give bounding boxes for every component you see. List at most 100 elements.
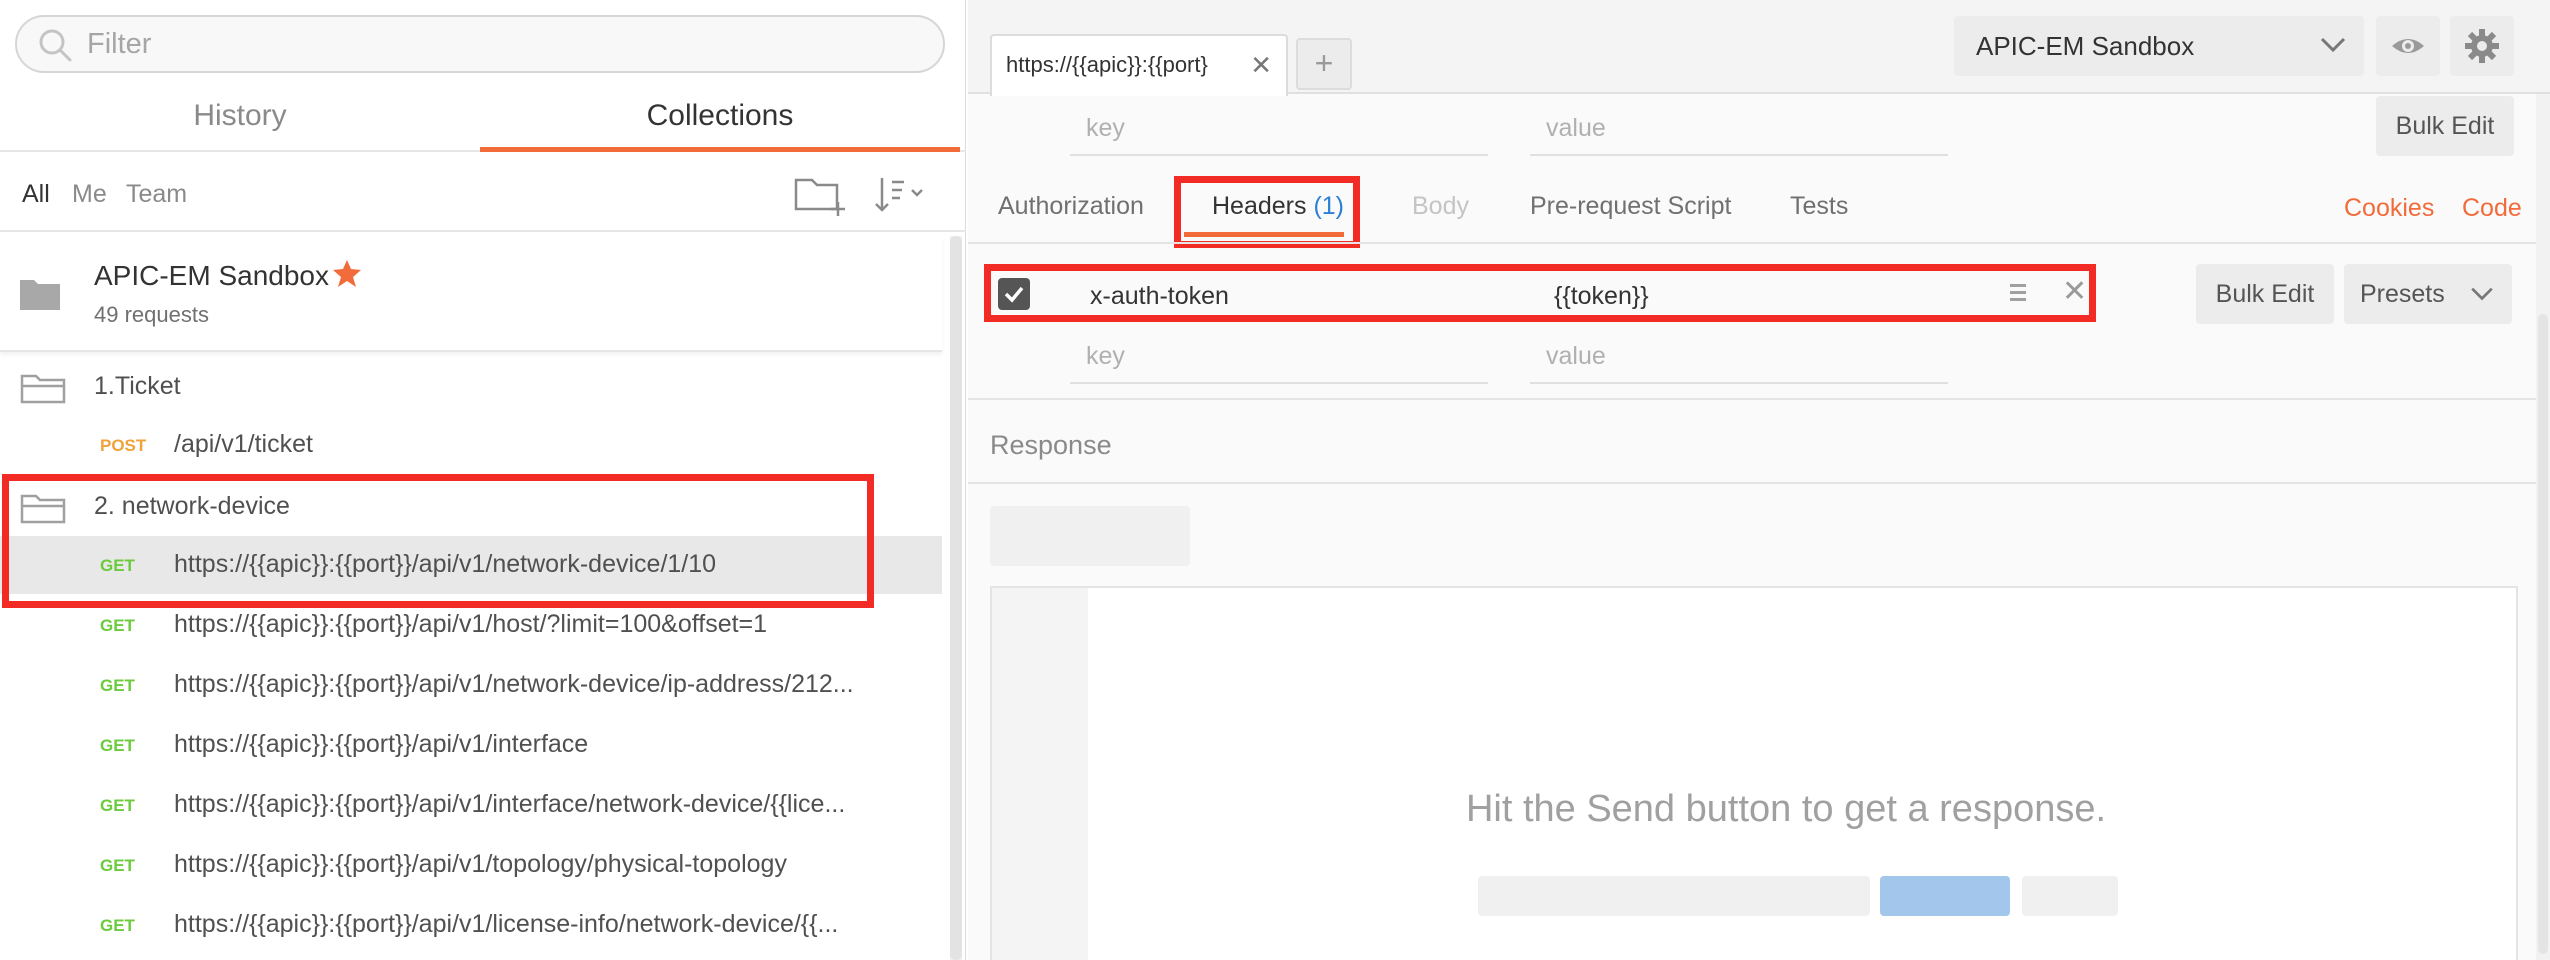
sidebar-tabs: History Collections <box>0 86 966 152</box>
request-row-selected[interactable]: GET https://{{apic}}:{{port}}/api/v1/net… <box>0 536 942 594</box>
header-key-input[interactable]: key <box>1070 326 1488 384</box>
filter-all[interactable]: All <box>22 180 50 209</box>
active-tab-underline <box>1184 232 1344 237</box>
request-url: https://{{apic}}:{{port}}/api/v1/interfa… <box>174 730 589 758</box>
request-url: https://{{apic}}:{{port}}/api/v1/host/?l… <box>174 610 768 638</box>
request-row[interactable]: GET https://{{apic}}:{{port}}/api/v1/int… <box>0 776 942 834</box>
postman-app: History Collections All Me Team <box>0 0 2550 960</box>
header-key[interactable]: x-auth-token <box>1090 282 1229 311</box>
request-url: https://{{apic}}:{{port}}/api/v1/interfa… <box>174 790 846 818</box>
request-row[interactable]: GET https://{{apic}}:{{port}}/api/v1/top… <box>0 836 942 894</box>
header-enabled-checkbox[interactable] <box>998 278 1030 310</box>
presets-label: Presets <box>2360 280 2445 308</box>
request-panel: https://{{apic}}:{{port} ✕ + APIC-EM San… <box>968 0 2550 960</box>
collection-name: APIC-EM Sandbox <box>94 260 329 291</box>
request-tab-bar: https://{{apic}}:{{port} ✕ + APIC-EM San… <box>968 0 2550 96</box>
folder-label: 1.Ticket <box>94 372 181 400</box>
method-badge: GET <box>100 796 135 815</box>
method-badge: POST <box>100 436 147 455</box>
empty-response-message: Hit the Send button to get a response. <box>1465 788 2107 830</box>
filter-input[interactable] <box>87 23 927 65</box>
folder-network-device[interactable]: 2. network-device <box>0 478 942 536</box>
chevron-down-icon <box>2471 287 2493 301</box>
filter-me[interactable]: Me <box>72 180 107 209</box>
tab-headers-label: Headers <box>1212 192 1307 220</box>
chevron-down-icon <box>2320 37 2346 53</box>
folder-label: 2. network-device <box>94 492 290 520</box>
sidebar-scrollbar-thumb[interactable] <box>950 236 962 960</box>
request-url: https://{{apic}}:{{port}}/api/v1/network… <box>174 550 717 578</box>
method-badge: GET <box>100 916 135 935</box>
environment-label: APIC-EM Sandbox <box>1976 31 2195 61</box>
environment-quick-look-button[interactable] <box>2376 16 2440 76</box>
header-value-input[interactable]: value <box>1530 326 1948 384</box>
request-row[interactable]: GET https://{{apic}}:{{port}}/api/v1/hos… <box>0 596 942 654</box>
cookies-link[interactable]: Cookies <box>2344 194 2434 223</box>
main-scrollbar[interactable] <box>2536 94 2550 960</box>
request-url: https://{{apic}}:{{port}}/api/v1/network… <box>174 670 854 698</box>
filter-team[interactable]: Team <box>126 180 187 209</box>
code-link[interactable]: Code <box>2462 194 2522 223</box>
request-url: https://{{apic}}:{{port}}/api/v1/topolog… <box>174 850 787 878</box>
param-key-input[interactable]: key <box>1070 98 1488 156</box>
param-value-input[interactable]: value <box>1530 98 1948 156</box>
response-status-placeholder <box>990 506 1190 566</box>
request-row[interactable]: GET https://{{apic}}:{{port}}/api/v1/lic… <box>0 896 942 954</box>
folder-ticket[interactable]: 1.Ticket <box>0 358 942 416</box>
new-folder-icon[interactable] <box>790 170 850 220</box>
skeleton-bar <box>2022 876 2118 916</box>
request-url: https://{{apic}}:{{port}}/api/v1/license… <box>174 910 839 938</box>
delete-header-icon[interactable]: ✕ <box>2062 274 2087 309</box>
request-row[interactable]: GET https://{{apic}}:{{port}}/api/v1/int… <box>0 716 942 774</box>
headers-bulk-edit-button[interactable]: Bulk Edit <box>2196 264 2334 324</box>
close-tab-icon[interactable]: ✕ <box>1250 50 1272 81</box>
gear-icon <box>2465 29 2499 63</box>
checkmark-icon <box>1004 286 1024 303</box>
main-scrollbar-thumb[interactable] <box>2538 314 2548 954</box>
filter-box[interactable] <box>15 15 945 73</box>
request-row[interactable]: GET https://{{apic}}:{{port}}/api/v1/net… <box>0 656 942 714</box>
tab-headers-count: (1) <box>1313 192 1345 220</box>
skeleton-bar <box>1478 876 1870 916</box>
collection-folder-icon <box>20 280 60 310</box>
tab-body[interactable]: Body <box>1412 192 1469 221</box>
tab-tests[interactable]: Tests <box>1790 192 1848 221</box>
request-tab-label: https://{{apic}}:{{port} <box>1006 52 1208 77</box>
presets-button[interactable]: Presets <box>2344 264 2512 324</box>
request-row[interactable]: POST /api/v1/ticket <box>0 416 942 474</box>
response-body-area: Hit the Send button to get a response. <box>990 586 2518 960</box>
sidebar: History Collections All Me Team <box>0 0 966 960</box>
folder-open-icon <box>20 374 66 404</box>
response-gutter <box>992 588 1088 960</box>
skeleton-send-bar <box>1880 876 2010 916</box>
method-badge: GET <box>100 856 135 875</box>
method-badge: GET <box>100 556 135 575</box>
header-value[interactable]: {{token}} <box>1554 282 1649 311</box>
response-header: Response <box>968 400 2550 484</box>
tab-collections[interactable]: Collections <box>480 86 960 152</box>
collection-request-count: 49 requests <box>94 302 209 327</box>
folder-open-icon <box>20 494 66 524</box>
manage-environments-button[interactable] <box>2450 16 2514 76</box>
environment-select[interactable]: APIC-EM Sandbox <box>1954 16 2364 76</box>
collection-owner-filter: All Me Team <box>0 160 966 232</box>
tab-headers[interactable]: Headers (1) <box>1212 192 1344 221</box>
params-bulk-edit-button[interactable]: Bulk Edit <box>2376 96 2514 156</box>
search-icon <box>39 29 72 62</box>
drag-handle-icon[interactable] <box>2008 280 2028 306</box>
headers-editor: x-auth-token {{token}} ✕ Bulk Edit Prese… <box>968 242 2550 400</box>
method-badge: GET <box>100 676 135 695</box>
request-url: /api/v1/ticket <box>174 430 313 458</box>
tab-prerequest-script[interactable]: Pre-request Script <box>1530 192 1731 221</box>
collection-header[interactable]: APIC-EM Sandbox 49 requests <box>0 236 942 352</box>
star-icon[interactable] <box>332 258 362 288</box>
sidebar-scrollbar[interactable] <box>950 236 962 960</box>
response-label: Response <box>990 430 1112 460</box>
request-tab[interactable]: https://{{apic}}:{{port} ✕ <box>990 34 1288 96</box>
sort-icon[interactable] <box>870 170 930 220</box>
eye-icon <box>2392 39 2424 53</box>
new-tab-button[interactable]: + <box>1296 38 1352 90</box>
method-badge: GET <box>100 616 135 635</box>
tab-history[interactable]: History <box>0 86 480 152</box>
tab-authorization[interactable]: Authorization <box>998 192 1144 221</box>
